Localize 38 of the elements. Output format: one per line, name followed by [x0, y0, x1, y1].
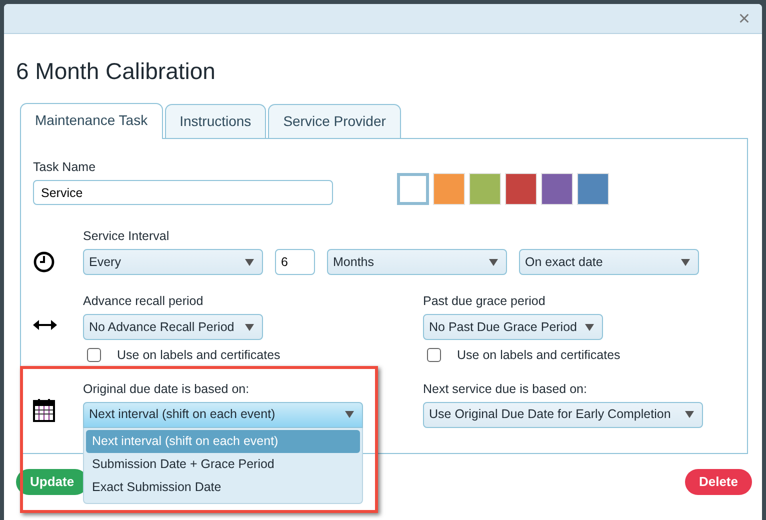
caret-icon [245, 258, 254, 266]
checkbox-label: Use on labels and certificates [117, 347, 280, 364]
tab[interactable]: Instructions [164, 104, 266, 138]
dropdown[interactable]: No Advance Recall Period [83, 314, 263, 340]
field-label: Next service due is based on: [423, 380, 588, 397]
caret-icon [681, 258, 690, 266]
clock-icon [33, 251, 55, 273]
dropdown[interactable]: Every [83, 249, 263, 275]
checkbox-label: Use on labels and certificates [457, 347, 620, 364]
dropdown[interactable]: Next interval (shift on each event) [83, 402, 363, 428]
field-label: Advance recall period [83, 293, 204, 309]
calendar-icon [33, 398, 55, 422]
delete-button[interactable]: Delete [684, 469, 752, 495]
caret-icon [685, 411, 694, 418]
field-label: Service Interval [83, 228, 170, 244]
field-label: Past due grace period [423, 293, 546, 309]
dropdown[interactable]: No Past Due Grace Period [423, 314, 603, 340]
caret-icon [489, 258, 498, 266]
text-field[interactable]: Service [33, 180, 333, 205]
color-swatch[interactable] [397, 173, 429, 205]
dropdown[interactable]: Use Original Due Date for Early Completion [423, 402, 703, 428]
caret-icon [585, 324, 594, 330]
caret-icon [345, 411, 354, 418]
number-field[interactable]: 6 [275, 249, 315, 275]
checkbox[interactable] [427, 348, 441, 362]
dropdown[interactable]: On exact date [519, 249, 699, 275]
menu-item[interactable]: Submission Date + Grace Period [86, 452, 360, 476]
dialog-title: 6 Month Calibration [16, 57, 216, 86]
tab[interactable]: Service Provider [268, 104, 401, 138]
tab[interactable]: Maintenance Task [20, 103, 163, 139]
checkbox[interactable] [87, 348, 101, 362]
menu-item[interactable]: Exact Submission Date [86, 476, 360, 499]
field-label: Task Name [33, 159, 97, 175]
close-button[interactable]: × [734, 8, 754, 28]
field-label: Original due date is based on: [83, 380, 250, 397]
double-arrow-icon [33, 320, 57, 330]
dropdown[interactable]: Months [327, 249, 507, 275]
caret-icon [245, 324, 254, 330]
